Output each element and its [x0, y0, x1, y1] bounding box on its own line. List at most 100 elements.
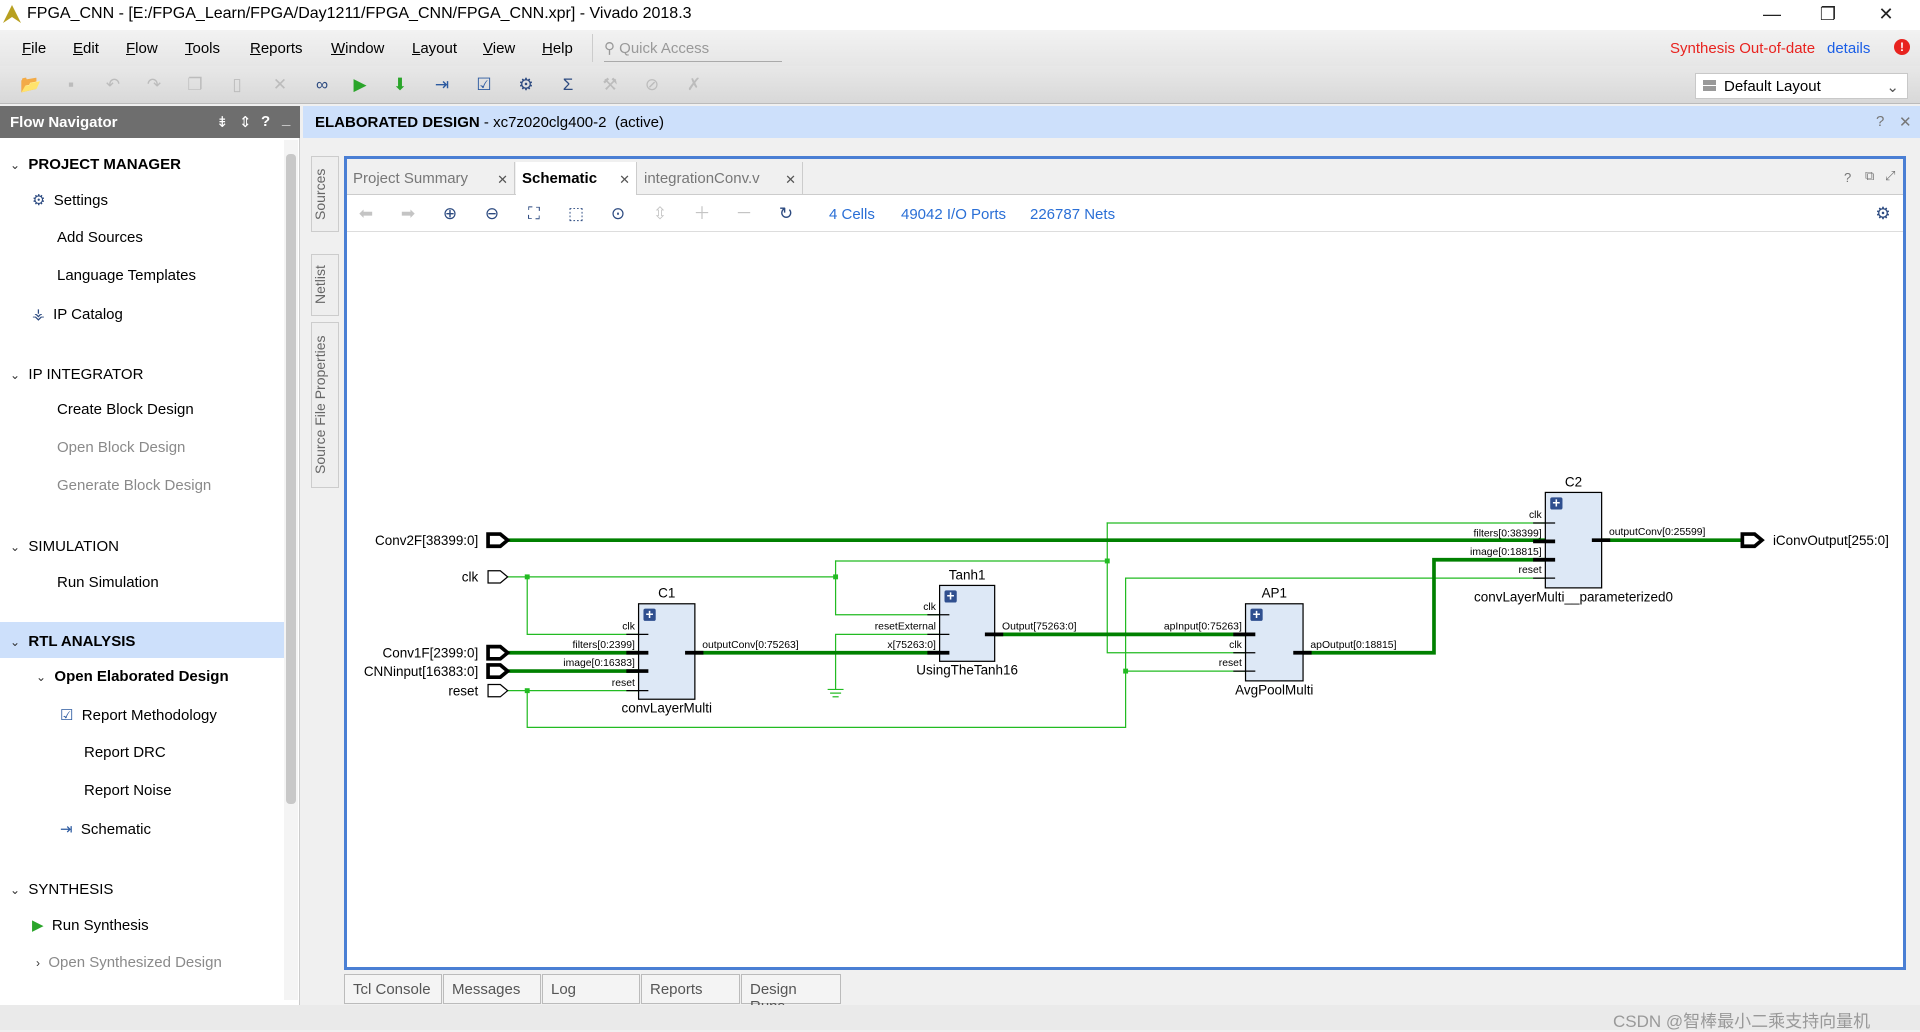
- nav-run-synthesis[interactable]: ▶ Run Synthesis: [32, 916, 149, 934]
- tab-reports[interactable]: Reports: [641, 974, 740, 1004]
- nav-scrollbar[interactable]: [284, 140, 298, 1000]
- expand-all-icon[interactable]: ⇕: [239, 113, 252, 131]
- help-icon[interactable]: ?: [261, 113, 270, 130]
- scrollbar-thumb[interactable]: [286, 154, 296, 804]
- zoom-selection-icon[interactable]: ⬚: [563, 203, 589, 225]
- maximize-icon[interactable]: ⤢: [1885, 168, 1895, 184]
- settings-gear-icon[interactable]: ⚙: [514, 74, 538, 96]
- nav-report-drc[interactable]: Report DRC: [84, 744, 166, 761]
- details-link[interactable]: details: [1827, 40, 1870, 57]
- debug-icon[interactable]: ⚒: [598, 74, 622, 96]
- cell-tanh1[interactable]: + Tanh1 UsingTheTanh16 clk resetExternal x[75…: [875, 567, 1077, 677]
- menu-file[interactable]: File: [22, 40, 46, 57]
- float-icon[interactable]: ⧉: [1865, 168, 1874, 184]
- tab-tcl-console[interactable]: Tcl Console: [344, 974, 442, 1004]
- port-clk[interactable]: [487, 570, 509, 584]
- port-conv1f[interactable]: [486, 644, 511, 661]
- help-icon[interactable]: ?: [1844, 170, 1851, 185]
- program-device-icon[interactable]: ⇥: [430, 74, 454, 96]
- menu-edit[interactable]: Edit: [73, 40, 99, 57]
- io-ports-count-link[interactable]: 49042 I/O Ports: [901, 206, 1006, 223]
- menu-view[interactable]: View: [483, 40, 515, 57]
- regenerate-icon[interactable]: ⇳: [647, 203, 673, 225]
- ap1-output-bus[interactable]: [1301, 557, 1548, 655]
- refresh-icon[interactable]: ↻: [773, 203, 799, 225]
- nav-run-simulation[interactable]: Run Simulation: [57, 574, 159, 591]
- alert-icon[interactable]: !: [1894, 39, 1910, 55]
- nav-report-methodology[interactable]: ☑ Report Methodology: [60, 706, 217, 724]
- tab-log[interactable]: Log: [542, 974, 640, 1004]
- nav-report-noise[interactable]: Report Noise: [84, 782, 172, 799]
- menu-window[interactable]: Window: [331, 40, 384, 57]
- tab-sources[interactable]: Sources: [311, 156, 339, 232]
- tab-project-summary[interactable]: Project Summary ✕: [347, 162, 515, 195]
- zoom-fit-icon[interactable]: ⛶: [521, 203, 547, 225]
- nav-open-elaborated-design[interactable]: ⌄ Open Elaborated Design: [36, 668, 229, 685]
- undo-icon[interactable]: ↶: [101, 74, 125, 96]
- sigma-icon[interactable]: Σ: [556, 74, 580, 96]
- tab-netlist[interactable]: Netlist: [311, 254, 339, 316]
- nav-add-sources[interactable]: Add Sources: [57, 229, 143, 246]
- menu-flow[interactable]: Flow: [126, 40, 158, 57]
- restore-button[interactable]: ❐: [1800, 0, 1856, 30]
- section-project-manager[interactable]: ⌄ PROJECT MANAGER: [10, 156, 181, 173]
- nav-open-block-design[interactable]: Open Block Design: [57, 439, 185, 456]
- cell-ap1[interactable]: +AP1 AvgPoolMulti apInput[0:75263] clk reset…: [1164, 586, 1397, 698]
- nav-settings[interactable]: ⚙ Settings: [32, 191, 108, 209]
- menu-reports[interactable]: Reports: [250, 40, 303, 57]
- menu-help[interactable]: Help: [542, 40, 573, 57]
- port-iconvoutput[interactable]: [1740, 532, 1765, 549]
- tab-integrationconv[interactable]: integrationConv.v ✕: [638, 162, 803, 195]
- collapse-all-icon[interactable]: ⇟: [216, 113, 229, 131]
- section-rtl-analysis[interactable]: ⌄ RTL ANALYSIS: [10, 633, 135, 650]
- generate-bitstream-icon[interactable]: ⬇: [388, 74, 412, 96]
- delete-icon[interactable]: ✕: [268, 74, 292, 96]
- tab-design-runs[interactable]: Design Runs: [741, 974, 841, 1015]
- tab-messages[interactable]: Messages: [443, 974, 541, 1004]
- menu-layout[interactable]: Layout: [412, 40, 457, 57]
- close-button[interactable]: ✕: [1858, 0, 1914, 30]
- back-icon[interactable]: ⬅: [353, 203, 379, 225]
- help-icon[interactable]: ?: [1876, 113, 1884, 130]
- settings-gear-icon[interactable]: ⚙: [1870, 203, 1896, 225]
- zoom-out-icon[interactable]: ⊖: [479, 203, 505, 225]
- schematic-canvas[interactable]: Conv2F[38399:0] clk Conv1F[2399:0] CNNin…: [347, 233, 1903, 966]
- nets-count-link[interactable]: 226787 Nets: [1030, 206, 1115, 223]
- collapse-icon[interactable]: －: [731, 203, 757, 225]
- port-cnninput[interactable]: [486, 663, 511, 680]
- report-icon[interactable]: ☑: [472, 74, 496, 96]
- save-icon[interactable]: ▪: [59, 74, 83, 96]
- port-reset[interactable]: [487, 683, 509, 698]
- open-project-icon[interactable]: 📂: [19, 74, 43, 96]
- close-icon[interactable]: ✕: [1899, 113, 1912, 131]
- cells-count-link[interactable]: 4 Cells: [829, 206, 875, 223]
- nav-schematic[interactable]: ⇥ Schematic: [60, 820, 151, 838]
- nav-open-synthesized-design[interactable]: › Open Synthesized Design: [36, 954, 222, 971]
- menu-tools[interactable]: Tools: [185, 40, 220, 57]
- cell-c1[interactable]: + C1 convLayerMulti clk filters[0:2399] image…: [563, 586, 799, 716]
- tab-schematic[interactable]: Schematic ✕: [516, 162, 637, 195]
- copy-icon[interactable]: ❐: [183, 74, 207, 96]
- minimize-panel-icon[interactable]: _: [282, 111, 290, 128]
- expand-icon[interactable]: ＋: [689, 203, 715, 225]
- section-ip-integrator[interactable]: ⌄ IP INTEGRATOR: [10, 366, 143, 383]
- nav-language-templates[interactable]: Language Templates: [57, 267, 196, 284]
- crosshair-icon[interactable]: ⊙: [605, 203, 631, 225]
- close-tab-icon[interactable]: ✕: [619, 172, 630, 188]
- zoom-in-icon[interactable]: ⊕: [437, 203, 463, 225]
- close-tab-icon[interactable]: ✕: [785, 172, 796, 188]
- nav-ip-catalog[interactable]: ⚶ IP Catalog: [32, 305, 123, 323]
- section-synthesis[interactable]: ⌄ SYNTHESIS: [10, 881, 113, 898]
- nav-generate-block-design[interactable]: Generate Block Design: [57, 477, 211, 494]
- redo-icon[interactable]: ↷: [142, 74, 166, 96]
- probe-icon[interactable]: ⊘: [640, 74, 664, 96]
- nav-create-block-design[interactable]: Create Block Design: [57, 401, 194, 418]
- layout-select[interactable]: Default Layout ⌄: [1695, 73, 1908, 99]
- paste-icon[interactable]: ▯: [225, 74, 249, 96]
- binoculars-icon[interactable]: ∞: [310, 74, 334, 96]
- forward-icon[interactable]: ➡: [395, 203, 421, 225]
- tab-source-file-properties[interactable]: Source File Properties: [311, 322, 339, 488]
- run-icon[interactable]: ▶: [348, 74, 372, 96]
- quick-access-input[interactable]: ⚲ Quick Access: [604, 36, 782, 62]
- port-conv2f[interactable]: [486, 532, 511, 549]
